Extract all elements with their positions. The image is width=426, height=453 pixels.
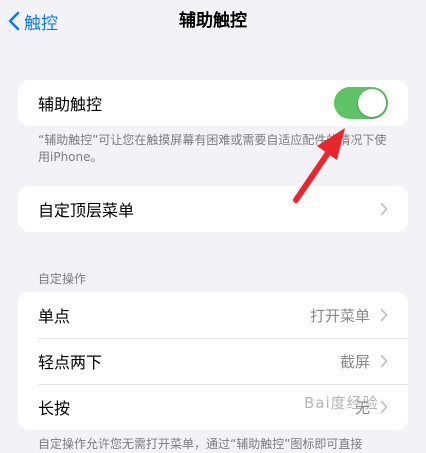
assistive-touch-label: 辅助触控 bbox=[38, 95, 103, 114]
chevron-right-icon bbox=[380, 400, 388, 414]
chevron-right-icon bbox=[380, 202, 388, 216]
navigation-bar: 触控 辅助触控 bbox=[0, 0, 426, 44]
chevron-right-icon bbox=[380, 354, 388, 368]
assistive-touch-toggle[interactable] bbox=[334, 87, 388, 119]
top-menu-card: 自定顶层菜单 bbox=[18, 186, 408, 232]
single-tap-row[interactable]: 单点 打开菜单 bbox=[18, 292, 408, 338]
custom-actions-card: 单点 打开菜单 轻点两下 截屏 长按 无 bbox=[18, 292, 408, 430]
long-press-value: 无 bbox=[354, 398, 370, 417]
page-title: 辅助触控 bbox=[179, 11, 247, 31]
double-tap-row[interactable]: 轻点两下 截屏 bbox=[18, 338, 408, 384]
single-tap-label: 单点 bbox=[38, 307, 71, 326]
customize-top-menu-row[interactable]: 自定顶层菜单 bbox=[18, 186, 408, 232]
custom-actions-footer: 自定操作允许您无需打开菜单，通过“辅助触控”图标即可直接 bbox=[38, 437, 363, 451]
single-tap-value: 打开菜单 bbox=[309, 306, 370, 325]
assistive-touch-row: 辅助触控 bbox=[18, 80, 408, 126]
customize-top-menu-label: 自定顶层菜单 bbox=[38, 201, 135, 220]
assistive-touch-card: 辅助触控 bbox=[18, 80, 408, 126]
custom-actions-header: 自定操作 bbox=[38, 272, 87, 286]
double-tap-value: 截屏 bbox=[339, 352, 370, 371]
chevron-right-icon bbox=[380, 308, 388, 322]
double-tap-label: 轻点两下 bbox=[38, 353, 103, 372]
assistive-touch-description: “辅助触控”可让您在触摸屏幕有困难或需要自适应配件的情况下使用iPhone。 bbox=[38, 133, 387, 164]
long-press-row[interactable]: 长按 无 bbox=[18, 384, 408, 430]
long-press-label: 长按 bbox=[38, 399, 71, 418]
toggle-knob bbox=[358, 89, 386, 117]
